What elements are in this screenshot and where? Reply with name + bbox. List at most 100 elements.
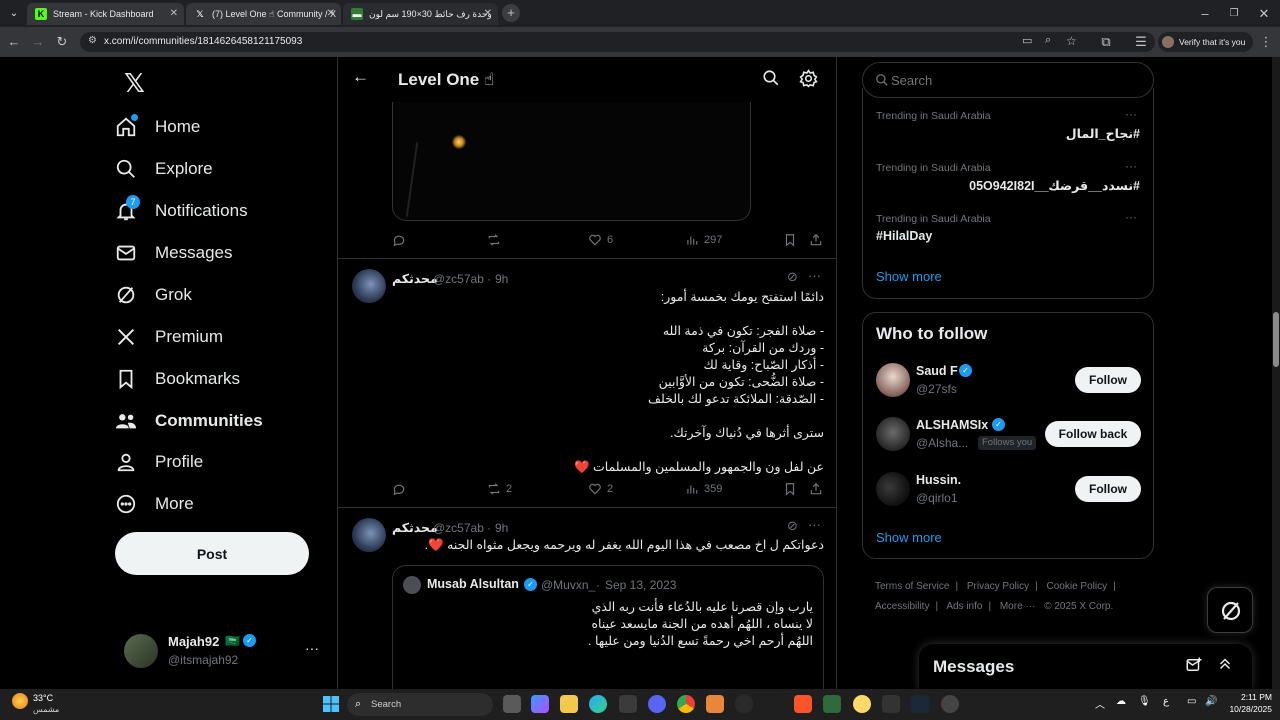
nav-profile[interactable]: Profile: [115, 441, 330, 483]
tweet-media-video[interactable]: [392, 102, 751, 221]
app-icon[interactable]: [882, 695, 900, 713]
footer-link[interactable]: Cookie Policy: [1047, 581, 1108, 592]
more-options-icon[interactable]: ···: [1125, 159, 1137, 173]
bookmark-star-icon[interactable]: ☆: [1066, 34, 1077, 48]
follow-button[interactable]: Follow: [1075, 476, 1141, 502]
trend-item[interactable]: Trending in Saudi Arabia ··· #نجاح_المال: [863, 106, 1153, 156]
site-info-icon[interactable]: ⚙: [88, 35, 97, 46]
chrome-icon[interactable]: [677, 695, 695, 713]
retweet-button[interactable]: 2: [487, 482, 512, 496]
follow-back-button[interactable]: Follow back: [1045, 421, 1141, 447]
follow-suggestion[interactable]: Hussin. @qirlo1 Follow: [863, 468, 1153, 512]
retweet-button[interactable]: [487, 233, 501, 247]
nav-grok[interactable]: Grok: [115, 274, 330, 316]
avatar[interactable]: [352, 518, 386, 552]
reply-button[interactable]: [392, 233, 406, 247]
trend-item[interactable]: Trending in Saudi Arabia ··· #نسدد__قرضك…: [863, 158, 1153, 208]
follow-button[interactable]: Follow: [1075, 367, 1141, 393]
edge-icon[interactable]: [589, 695, 607, 713]
brave-icon[interactable]: [794, 695, 812, 713]
profile-chip[interactable]: Verify that it's you: [1158, 32, 1253, 52]
reload-icon[interactable]: ↻: [52, 32, 72, 52]
tab-x-community[interactable]: 𝕏 (7) Level One ☝ Community / X ✕: [186, 3, 341, 25]
views-button[interactable]: 359: [685, 482, 722, 496]
extensions-icon[interactable]: ⧉: [1096, 32, 1116, 52]
more-options-icon[interactable]: ···: [808, 517, 821, 532]
window-close-button[interactable]: ✕: [1254, 4, 1274, 24]
back-icon[interactable]: ←: [4, 32, 24, 52]
store-app-icon[interactable]: [619, 695, 637, 713]
nav-more[interactable]: More: [115, 483, 330, 525]
copilot-icon[interactable]: [531, 695, 549, 713]
cast-icon[interactable]: ▭: [1022, 34, 1032, 47]
forward-icon[interactable]: →: [28, 32, 48, 52]
file-explorer-icon[interactable]: [560, 695, 578, 713]
author-name[interactable]: محدثكم: [392, 520, 438, 535]
tab-list-button[interactable]: ⌄: [4, 4, 24, 24]
more-options-icon[interactable]: ···: [305, 640, 319, 656]
follow-suggestion[interactable]: Saud F ✓ @27sfs Follow: [863, 359, 1153, 403]
emoji-app-icon[interactable]: [853, 695, 871, 713]
scrollbar[interactable]: [1272, 57, 1280, 689]
nav-messages[interactable]: Messages: [115, 232, 330, 274]
steam-icon[interactable]: [911, 695, 929, 713]
tweet[interactable]: محدثكم @zc57ab · 9h ⊘ ··· دائمًا استفتح …: [338, 259, 836, 507]
tweet-time[interactable]: 9h: [495, 521, 508, 535]
nav-home[interactable]: Home: [115, 106, 330, 148]
close-icon[interactable]: ✕: [170, 3, 178, 25]
footer-link[interactable]: Accessibility: [875, 601, 929, 612]
search-icon[interactable]: [762, 69, 780, 92]
post-button[interactable]: Post: [115, 532, 309, 575]
more-options-icon[interactable]: ···: [1125, 210, 1137, 224]
close-icon[interactable]: ✕: [327, 3, 335, 25]
close-icon[interactable]: ✕: [484, 3, 492, 25]
bookmark-button[interactable]: [783, 233, 797, 247]
follow-suggestion[interactable]: ALSHAMSIx ✓ @Alsha... Follows you Follow…: [863, 413, 1153, 457]
grok-app-icon[interactable]: [941, 695, 959, 713]
grok-icon[interactable]: ⊘: [787, 518, 798, 534]
bookmark-button[interactable]: [783, 482, 797, 496]
expand-chevron-icon[interactable]: [1216, 655, 1234, 678]
tray-chevron-icon[interactable]: ︿: [1095, 696, 1105, 711]
views-button[interactable]: 297: [685, 233, 722, 247]
author-name[interactable]: محدثكم: [392, 271, 438, 286]
account-switcher[interactable]: Majah92 🇸🇦 ✓ @itsmajah92 ···: [115, 628, 330, 674]
nav-communities[interactable]: Communities: [115, 400, 330, 442]
back-arrow-icon[interactable]: ←: [352, 67, 369, 87]
author-handle[interactable]: @zc57ab: [433, 521, 484, 535]
weather-icon[interactable]: [12, 693, 28, 709]
discord-icon[interactable]: [648, 695, 666, 713]
capcut-icon[interactable]: [765, 695, 783, 713]
like-button[interactable]: 2: [588, 482, 613, 496]
like-button[interactable]: 6: [588, 233, 613, 247]
grok-floating-button[interactable]: [1207, 587, 1253, 633]
footer-link[interactable]: Ads info: [946, 601, 982, 612]
tweet-time[interactable]: 9h: [495, 272, 508, 286]
more-options-icon[interactable]: ···: [1125, 107, 1137, 121]
messages-drawer[interactable]: Messages: [919, 644, 1252, 689]
maximize-button[interactable]: ❐: [1224, 4, 1244, 24]
share-button[interactable]: [809, 233, 823, 247]
minimize-button[interactable]: –: [1195, 4, 1215, 24]
nav-bookmarks[interactable]: Bookmarks: [115, 358, 330, 400]
avatar[interactable]: [352, 269, 386, 303]
x-logo-icon[interactable]: 𝕏: [124, 68, 145, 99]
new-message-icon[interactable]: [1185, 656, 1203, 679]
reply-button[interactable]: [392, 482, 406, 496]
more-options-icon[interactable]: ···: [808, 268, 821, 283]
tab-kick[interactable]: K Stream - Kick Dashboard ✕: [27, 3, 184, 25]
nav-premium[interactable]: Premium: [115, 316, 330, 358]
search-input[interactable]: [891, 71, 1141, 89]
author-handle[interactable]: @zc57ab: [433, 272, 484, 286]
reading-list-icon[interactable]: ☰: [1131, 32, 1151, 52]
network-icon[interactable]: ▭: [1187, 696, 1196, 707]
footer-link[interactable]: More ···: [1000, 601, 1036, 612]
vlc-icon[interactable]: [706, 695, 724, 713]
address-bar[interactable]: ⚙ x.com/i/communities/181462645812117509…: [80, 32, 1155, 52]
who-to-follow-show-more-link[interactable]: Show more: [876, 530, 942, 545]
settings-gear-icon[interactable]: [799, 69, 818, 93]
clock-date[interactable]: 10/28/2025: [1218, 704, 1272, 714]
windows-start-icon[interactable]: [323, 696, 339, 712]
zoom-icon[interactable]: ⌕: [1045, 34, 1051, 47]
nav-notifications[interactable]: 7 Notifications: [115, 190, 330, 232]
